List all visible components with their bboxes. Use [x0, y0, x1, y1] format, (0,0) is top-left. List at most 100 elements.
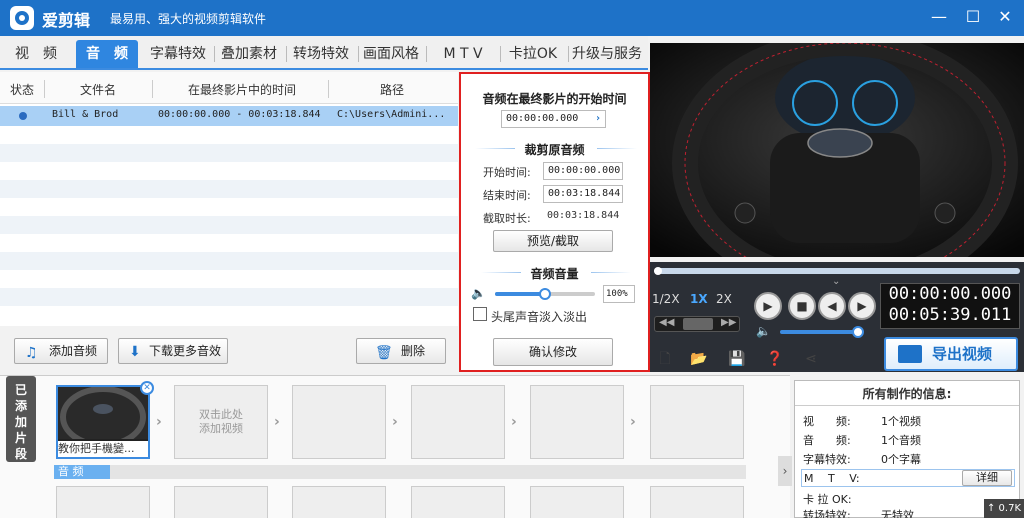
- new-project-icon[interactable]: 🗋: [656, 350, 674, 368]
- tab-upgrade[interactable]: 升级与服务: [570, 40, 644, 68]
- volume-slider[interactable]: [495, 288, 595, 300]
- row-filename: Bill & Brod: [52, 109, 119, 120]
- jog-wheel[interactable]: ◀◀ ▶▶: [654, 316, 740, 332]
- download-more-button[interactable]: ⬇ 下载更多音效: [118, 338, 228, 364]
- tab-mtv[interactable]: M T V: [430, 40, 496, 68]
- title-bar: 爱剪辑 最易用、强大的视频剪辑软件 — ☐ ✕: [0, 0, 1024, 36]
- minimize-button[interactable]: —: [930, 8, 948, 26]
- time-display: 00:00:00.000 00:05:39.011: [880, 283, 1020, 329]
- volume-icon: 🔈: [756, 324, 771, 338]
- added-clips-label: 已添加片段: [6, 376, 36, 462]
- app-name: 爱剪辑: [42, 11, 91, 30]
- info-title: 所有制作的信息:: [862, 387, 952, 401]
- app-slogan: 最易用、强大的视频剪辑软件: [110, 12, 267, 26]
- empty-clip-slot[interactable]: [650, 486, 744, 518]
- info-row-subtitles: 字幕特效: 0个字幕: [803, 453, 921, 466]
- audio-list-table: 状态 文件名 在最终影片中的时间 路径 Bill & Brod 00:00:00…: [0, 72, 458, 326]
- start-time-input[interactable]: 00:00:00.000 ›: [501, 110, 606, 128]
- col-status: 状态: [10, 83, 35, 97]
- empty-clip-slot[interactable]: [650, 385, 744, 459]
- end-label: 结束时间:: [483, 189, 531, 202]
- export-icon: [898, 345, 922, 363]
- stop-icon[interactable]: ■: [788, 292, 816, 320]
- table-row[interactable]: Bill & Brod 00:00:00.000 - 00:03:18.844 …: [0, 106, 458, 126]
- row-path: C:\Users\Admini...: [337, 109, 446, 120]
- status-dot-icon: [19, 112, 27, 120]
- project-info-panel: 所有制作的信息: 视 频: 1个视频 音 频: 1个音频 字幕特效: 0个字幕 M T…: [794, 380, 1020, 518]
- seek-bar[interactable]: [654, 267, 1020, 275]
- tab-video[interactable]: 视 频: [6, 40, 66, 68]
- maximize-button[interactable]: ☐: [964, 8, 982, 26]
- player-volume-slider[interactable]: [780, 326, 864, 338]
- preview-image: [650, 43, 1024, 257]
- empty-clip-slot[interactable]: 双击此处 添加视频: [174, 385, 268, 459]
- prev-frame-icon[interactable]: ◀: [818, 292, 846, 320]
- volume-knob[interactable]: [539, 288, 551, 300]
- chevron-right-icon: ›: [511, 414, 517, 430]
- close-button[interactable]: ✕: [996, 8, 1014, 26]
- empty-clip-slot[interactable]: [530, 486, 624, 518]
- audio-track[interactable]: 音 频: [54, 465, 746, 479]
- confirm-button[interactable]: 确认修改: [493, 338, 613, 366]
- tab-subtitle-effects[interactable]: 字幕特效: [145, 40, 211, 68]
- clip-image: [58, 386, 148, 448]
- speed-2x[interactable]: 2X: [716, 292, 732, 306]
- help-icon[interactable]: ❓: [766, 350, 784, 368]
- speed-half[interactable]: 1/2X: [652, 292, 680, 306]
- rewind-icon[interactable]: ◀◀: [659, 317, 674, 328]
- main-tabs: 视 频 音 频 字幕特效 叠加素材 转场特效 画面风格 M T V 卡拉OK 升…: [0, 36, 648, 70]
- trash-icon: 🗑: [375, 345, 393, 361]
- empty-clip-slot[interactable]: [411, 385, 505, 459]
- next-frame-icon[interactable]: ▶: [848, 292, 876, 320]
- empty-clip-slot[interactable]: [56, 486, 150, 518]
- tab-transitions[interactable]: 转场特效: [288, 40, 354, 68]
- volume-title: 音频音量: [530, 267, 579, 281]
- volume-value[interactable]: 100%: [603, 285, 635, 303]
- fade-label: 头尾声音淡入淡出: [491, 310, 588, 324]
- detail-button[interactable]: 详细: [962, 470, 1012, 486]
- chevron-right-icon: ›: [594, 113, 601, 124]
- chevron-right-icon: ›: [156, 414, 162, 430]
- info-row-transitions: 转场特效: 无特效: [803, 509, 914, 518]
- preview-trim-button[interactable]: 预览/截取: [493, 230, 613, 252]
- chevron-down-icon[interactable]: ⌄: [832, 276, 840, 287]
- save-icon[interactable]: 💾: [728, 350, 746, 368]
- add-audio-button[interactable]: ♫ 添加音频: [14, 338, 108, 364]
- network-speed: ↑ 0.7K: [984, 499, 1024, 518]
- info-row-video: 视 频: 1个视频: [803, 415, 921, 428]
- fade-checkbox[interactable]: [473, 307, 487, 321]
- collapse-panel-icon[interactable]: ›: [778, 456, 792, 486]
- remove-clip-icon[interactable]: ✕: [140, 381, 154, 395]
- empty-clip-slot[interactable]: [292, 385, 386, 459]
- info-row-audio: 音 频: 1个音频: [803, 434, 921, 447]
- clip-thumbnail[interactable]: 教你把手機變... ✕: [56, 381, 154, 459]
- audio-track-label: 音 频: [54, 465, 110, 479]
- play-icon[interactable]: ▶: [754, 292, 782, 320]
- start-time-title: 音频在最终影片的开始时间: [482, 92, 627, 106]
- open-folder-icon[interactable]: 📂: [690, 350, 708, 368]
- tab-karaoke[interactable]: 卡拉OK: [502, 40, 564, 68]
- chevron-right-icon: ›: [630, 414, 636, 430]
- upload-icon: ↑: [986, 503, 996, 514]
- download-icon: ⬇: [129, 344, 141, 360]
- music-add-icon: ♫: [25, 345, 38, 361]
- empty-clip-slot[interactable]: [174, 486, 268, 518]
- tab-audio[interactable]: 音 频: [76, 40, 138, 68]
- col-time: 在最终影片中的时间: [188, 83, 297, 97]
- trim-start-input[interactable]: 00:00:00.000: [543, 162, 623, 180]
- current-time: 00:00:00.000: [888, 284, 1012, 304]
- speaker-icon: 🔈: [471, 286, 486, 300]
- share-icon[interactable]: ⋖: [802, 350, 820, 368]
- speed-1x[interactable]: 1X: [690, 292, 708, 306]
- tab-overlay[interactable]: 叠加素材: [216, 40, 282, 68]
- info-row-mtv: M T V: 详细: [801, 469, 1015, 487]
- export-video-button[interactable]: 导出视频: [884, 337, 1018, 371]
- row-time: 00:00:00.000 - 00:03:18.844: [158, 109, 321, 120]
- tab-styles[interactable]: 画面风格: [360, 40, 422, 68]
- empty-clip-slot[interactable]: [530, 385, 624, 459]
- empty-clip-slot[interactable]: [292, 486, 386, 518]
- fast-forward-icon[interactable]: ▶▶: [721, 317, 736, 328]
- delete-button[interactable]: 🗑 删除: [356, 338, 446, 364]
- empty-clip-slot[interactable]: [411, 486, 505, 518]
- trim-end-input[interactable]: 00:03:18.844: [543, 185, 623, 203]
